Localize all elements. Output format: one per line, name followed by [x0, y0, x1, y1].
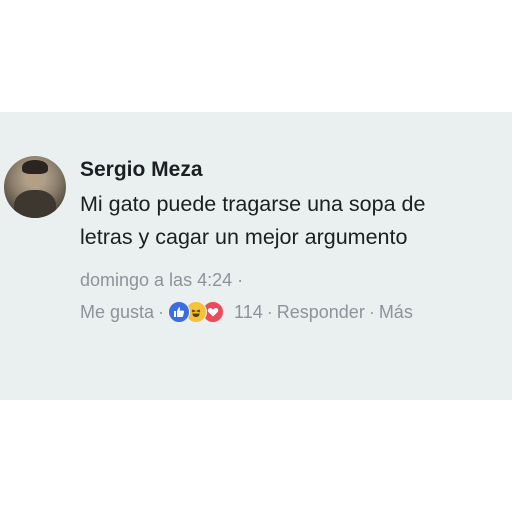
more-link[interactable]: Más [379, 302, 413, 323]
comment-actions: Me gusta · 114 · Responder · Más [80, 300, 413, 324]
comment-card: Sergio Meza Mi gato puede tragarse una s… [0, 112, 512, 400]
avatar-hair [22, 160, 48, 174]
reaction-count[interactable]: 114 [234, 302, 263, 323]
comment-line-2: letras y cagar un mejor argumento [80, 225, 408, 249]
reply-link[interactable]: Responder [277, 302, 365, 323]
comment-author[interactable]: Sergio Meza [80, 158, 203, 182]
separator: · [266, 301, 273, 322]
comment-timestamp[interactable]: domingo a las 4:24 · [80, 270, 243, 291]
avatar[interactable] [4, 156, 66, 218]
avatar-body [14, 190, 56, 218]
separator: · [368, 301, 375, 322]
comment-text: Mi gato puede tragarse una sopa de letra… [80, 188, 508, 254]
like-icon [168, 301, 191, 323]
separator: · [158, 301, 165, 322]
reactions-summary[interactable] [168, 301, 225, 323]
comment-line-1: Mi gato puede tragarse una sopa de [80, 192, 426, 216]
like-link[interactable]: Me gusta [80, 302, 154, 323]
page: Sergio Meza Mi gato puede tragarse una s… [0, 0, 512, 512]
